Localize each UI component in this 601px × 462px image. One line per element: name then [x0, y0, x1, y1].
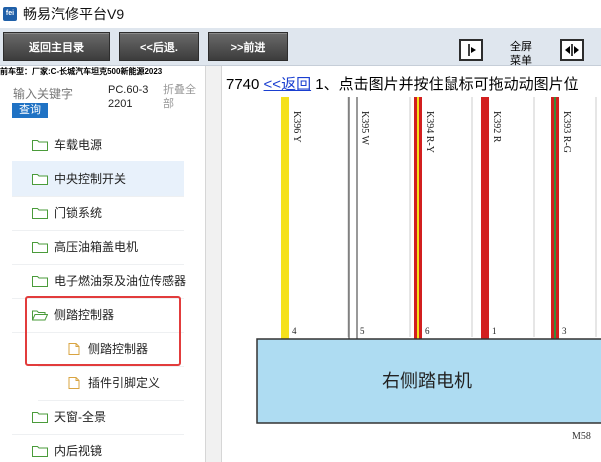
document-icon	[68, 377, 80, 389]
wire-stripe	[417, 97, 419, 339]
wire-label: K392 R	[491, 111, 502, 143]
wire-stripe	[554, 97, 556, 339]
wire: K394 R-Y 6	[414, 97, 435, 339]
home-button[interactable]: 返回主目录	[3, 32, 110, 61]
tree-item[interactable]: 门锁系统	[12, 195, 184, 231]
query-button[interactable]: 查询	[12, 103, 48, 118]
pin-number: 5	[360, 326, 365, 336]
vehicle-info: 前车型：厂家:C-长城汽车坦克500新能源2023	[0, 66, 220, 77]
collapse-all-link[interactable]: 折叠全部	[163, 83, 203, 111]
highlight-box	[25, 296, 181, 366]
diagram-panel: 7740 <<返回 1、点击图片并按住鼠标可拖动动图片位 K396 Y 4 K395…	[222, 66, 601, 462]
wire-label: K396 Y	[291, 111, 302, 143]
wire-label: K395 W	[359, 111, 370, 146]
folder-icon	[32, 208, 48, 219]
hint-line: 7740 <<返回 1、点击图片并按住鼠标可拖动动图片位	[226, 76, 579, 94]
wire-label: K394 R-Y	[424, 111, 435, 153]
split-arrows-icon	[565, 44, 579, 56]
wire: K393 R-G 3	[551, 97, 572, 339]
tree-item-label: 门锁系统	[54, 206, 103, 220]
pin-number: 4	[292, 326, 297, 336]
wire: K392 R 1	[481, 97, 502, 339]
tree-item[interactable]: 天窗-全景	[12, 399, 184, 435]
app-logo-icon: fei	[3, 7, 17, 21]
fullscreen-menu-label-line: 全屏	[510, 41, 532, 53]
tree-item[interactable]: 插件引脚定义	[38, 365, 184, 401]
tree-item-label: 内后视镜	[54, 444, 103, 458]
app-window: fei 畅易汽修平台V9 返回主目录 <<后退. >>前进 全屏 菜单 前车型：厂…	[0, 0, 601, 462]
tree-item[interactable]: 高压油箱盖电机	[12, 229, 184, 265]
folder-icon	[32, 412, 48, 423]
wire: K396 Y 4	[281, 97, 302, 339]
window-title: 畅易汽修平台V9	[23, 6, 125, 22]
forward-button[interactable]: >>前进	[208, 32, 288, 61]
fullscreen-button[interactable]	[560, 39, 584, 61]
pin-number: 1	[492, 326, 497, 336]
pin-number: 6	[425, 326, 430, 336]
tree-item[interactable]: 车载电源	[12, 127, 184, 163]
pin-number: 3	[562, 326, 567, 336]
tree-item-label: 插件引脚定义	[88, 376, 161, 390]
folder-icon	[32, 276, 48, 287]
tree-item-label: 高压油箱盖电机	[54, 240, 139, 254]
left-panel: 输入关键字 查询 PC.60-32201 折叠全部 车载电源中央控制开关 门锁系统…	[0, 77, 205, 462]
search-input[interactable]: 输入关键字	[13, 85, 73, 102]
wire-body	[281, 97, 289, 339]
panel-toggle-icon	[468, 44, 476, 56]
collapse-panel-button[interactable]	[459, 39, 483, 61]
hint-text: 1、点击图片并按住鼠标可拖动动图片位	[315, 76, 579, 93]
tree-item-label: 中央控制开关	[54, 172, 127, 186]
title-bar: fei 畅易汽修平台V9	[0, 0, 601, 28]
fullscreen-menu-label[interactable]: 全屏 菜单	[503, 40, 539, 68]
folder-icon	[32, 446, 48, 457]
tree-item-label: 电子燃油泵及油位传感器	[54, 274, 187, 288]
folder-icon	[32, 174, 48, 185]
panel-splitter[interactable]	[205, 66, 222, 462]
tree-item[interactable]: 中央控制开关	[12, 161, 184, 197]
connector-code: M58	[572, 431, 591, 442]
folder-icon	[32, 140, 48, 151]
document-code: PC.60-32201	[108, 84, 149, 110]
wire-body	[481, 97, 489, 339]
wire: K395 W 5	[348, 97, 370, 339]
wiring-diagram[interactable]: K396 Y 4 K395 W 5 K394 R-Y 6 K392 R 1 K393 R-G 3 右…	[222, 97, 601, 462]
motor-label: 右侧踏电机	[382, 371, 472, 391]
hint-prefix: 7740	[226, 76, 260, 93]
folder-icon	[32, 242, 48, 253]
back-button[interactable]: <<后退.	[119, 32, 199, 61]
tree-item[interactable]: 电子燃油泵及油位传感器	[12, 263, 187, 299]
toolbar: 返回主目录 <<后退. >>前进 全屏 菜单	[0, 28, 601, 68]
tree-item-label: 车载电源	[54, 138, 103, 152]
tree-item[interactable]: 内后视镜	[12, 433, 184, 462]
wire-label: K393 R-G	[561, 111, 572, 153]
return-link[interactable]: <<返回	[264, 76, 312, 93]
tree-item-label: 天窗-全景	[54, 410, 106, 424]
